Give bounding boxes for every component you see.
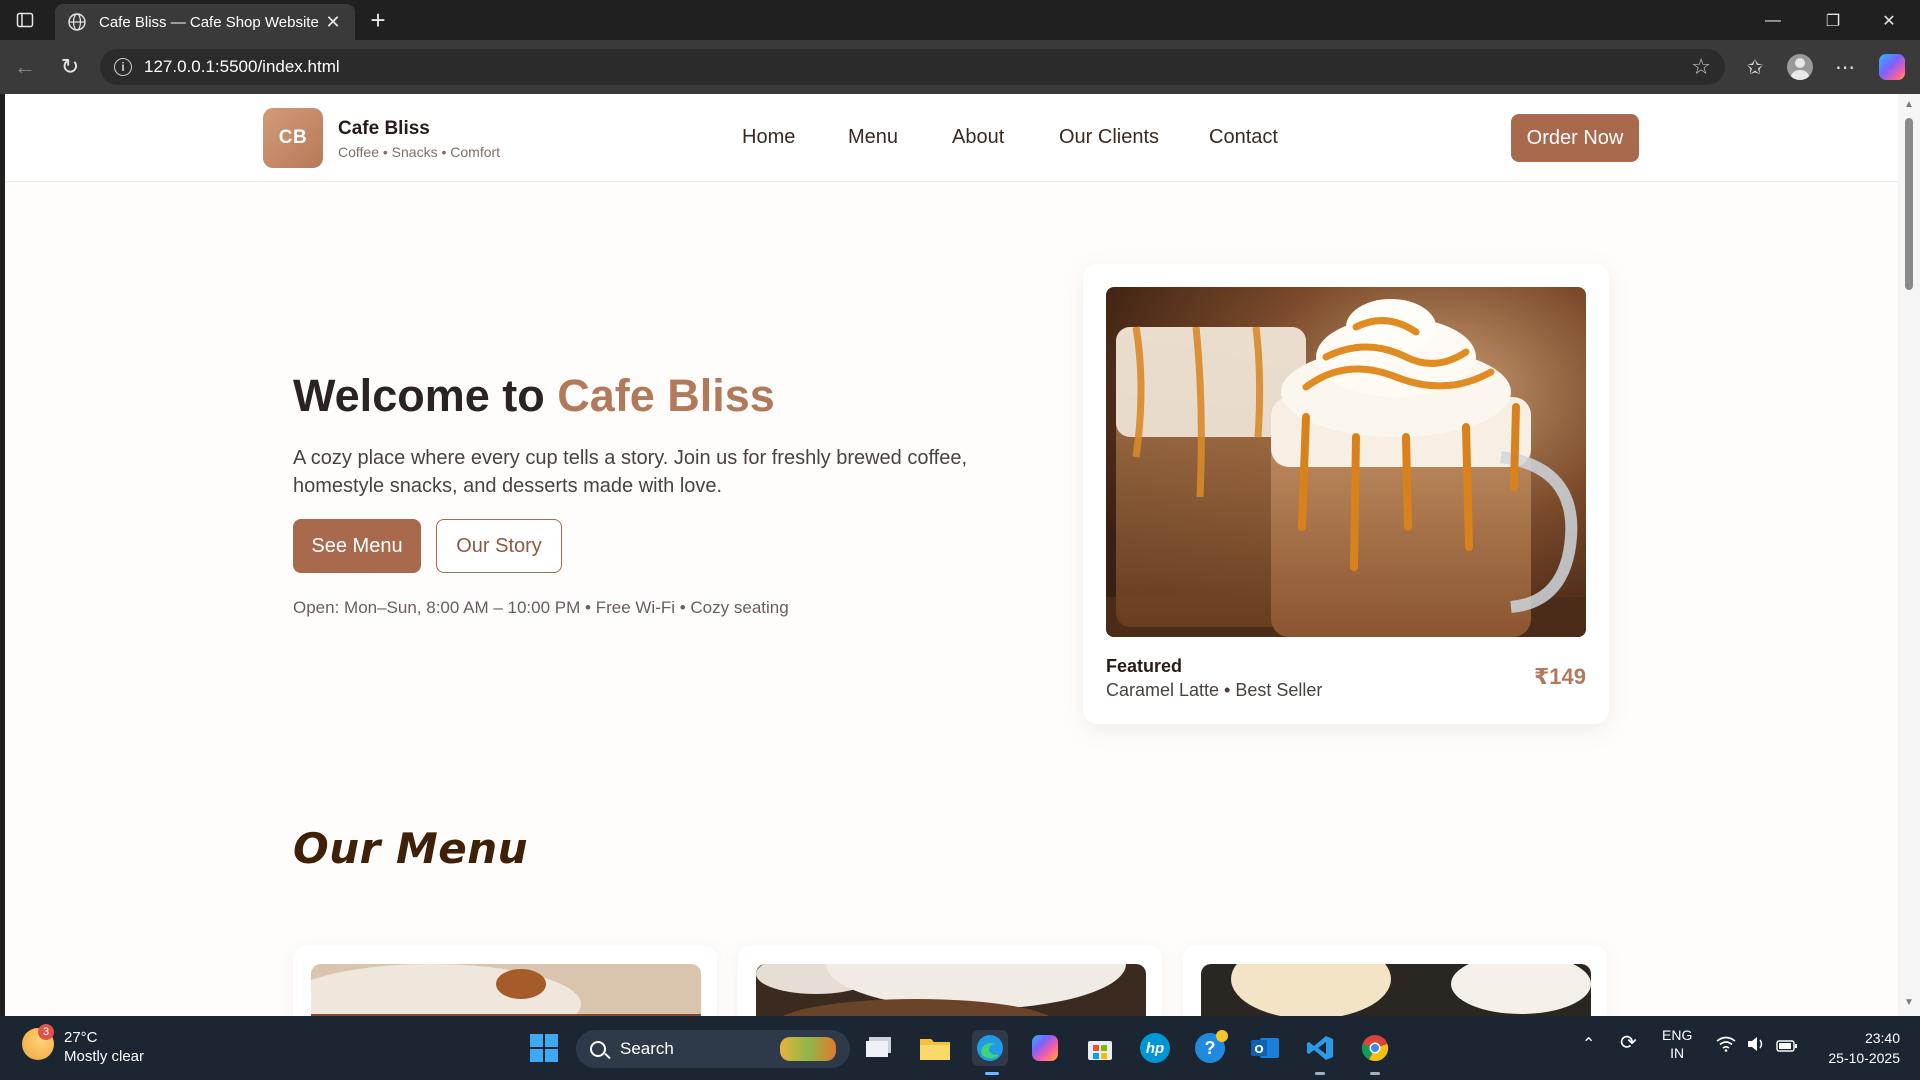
page-viewport: CB Cafe Bliss Coffee • Snacks • Comfort …	[5, 94, 1898, 1016]
scrollbar-thumb[interactable]	[1905, 118, 1913, 290]
address-bar[interactable]: i 127.0.0.1:5500/index.html ☆	[100, 49, 1725, 85]
battery-icon[interactable]	[1776, 1038, 1798, 1056]
nav-link-contact[interactable]: Contact	[1209, 126, 1278, 149]
clock-date: 25-10-2025	[1828, 1050, 1900, 1066]
tab-title: Cafe Bliss — Cafe Shop Website	[99, 13, 319, 31]
menu-card[interactable]	[738, 946, 1162, 1016]
edge-browser-icon[interactable]	[972, 1030, 1008, 1066]
more-options-icon[interactable]: ⋯	[1830, 52, 1860, 82]
hero-title: Welcome to Cafe Bliss	[293, 370, 775, 422]
page-scrollbar[interactable]: ▲ ▼	[1898, 94, 1920, 1016]
featured-item-name: Caramel Latte • Best Seller	[1106, 680, 1323, 700]
copilot-logo	[1879, 54, 1905, 80]
brand-name: Cafe Bliss	[338, 118, 430, 139]
hero-description: A cozy place where every cup tells a sto…	[293, 447, 968, 497]
nav-link-about[interactable]: About	[952, 126, 1004, 149]
taskbar-search[interactable]: Search	[576, 1030, 850, 1068]
hero-title-accent: Cafe Bliss	[557, 370, 775, 421]
volume-icon[interactable]	[1746, 1036, 1766, 1056]
site-info-icon[interactable]: i	[114, 58, 132, 76]
browser-tab-bar: Cafe Bliss — Cafe Shop Website ✕ + — ❐ ✕	[0, 0, 1920, 40]
menu-card[interactable]	[1183, 946, 1607, 1016]
outlook-icon[interactable]: O	[1247, 1030, 1283, 1066]
weather-widget[interactable]: 3 27°C Mostly clear	[22, 1024, 145, 1066]
nav-link-home[interactable]: Home	[742, 126, 795, 149]
weather-desc: Mostly clear	[64, 1048, 145, 1065]
vscode-icon[interactable]	[1302, 1030, 1338, 1066]
show-hidden-icons-chevron-icon[interactable]: ⌃	[1582, 1036, 1595, 1054]
featured-card[interactable]: Featured Caramel Latte • Best Seller ₹14…	[1083, 264, 1609, 724]
clock-time: 23:40	[1864, 1030, 1900, 1046]
brand-tagline: Coffee • Snacks • Comfort	[338, 144, 501, 160]
weather-moon-icon: 3	[22, 1024, 54, 1060]
copilot-app-icon[interactable]	[1027, 1030, 1063, 1066]
scroll-down-arrow-icon[interactable]: ▼	[1904, 998, 1914, 1008]
opening-hours: Open: Mon–Sun, 8:00 AM – 10:00 PM • Free…	[293, 598, 789, 617]
search-highlight-icon	[780, 1037, 836, 1061]
help-icon[interactable]: ?	[1192, 1030, 1228, 1066]
wifi-icon[interactable]	[1716, 1036, 1736, 1057]
browser-tab-active[interactable]: Cafe Bliss — Cafe Shop Website ✕	[55, 4, 355, 40]
task-view-icon[interactable]	[862, 1030, 898, 1066]
running-app-indicator	[1370, 1072, 1380, 1075]
hp-icon[interactable]: hp	[1137, 1030, 1173, 1066]
sync-icon[interactable]: ⟳	[1620, 1033, 1637, 1053]
our-story-button[interactable]: Our Story	[436, 519, 562, 573]
scroll-up-arrow-icon[interactable]: ▲	[1904, 100, 1914, 110]
our-menu-heading: Our Menu	[293, 824, 529, 873]
site-header: CB Cafe Bliss Coffee • Snacks • Comfort …	[5, 94, 1898, 182]
tab-actions-icon[interactable]	[10, 8, 40, 32]
menu-item-image	[756, 964, 1146, 1016]
globe-icon	[68, 13, 86, 31]
avatar	[1787, 54, 1813, 80]
reload-icon[interactable]: ↻	[55, 52, 85, 82]
featured-price: ₹149	[1533, 664, 1586, 689]
notification-badge: 3	[38, 1024, 54, 1040]
favorite-star-icon[interactable]: ☆	[1691, 54, 1711, 80]
minimize-button[interactable]: —	[1750, 6, 1796, 36]
browser-toolbar: ← ↻ i 127.0.0.1:5500/index.html ☆ ✩ ⋯	[0, 40, 1920, 94]
caramel-latte-image	[1106, 287, 1586, 637]
search-icon	[590, 1041, 606, 1057]
hero-title-prefix: Welcome to	[293, 370, 558, 421]
nav-link-menu[interactable]: Menu	[848, 126, 898, 149]
profile-button[interactable]	[1785, 52, 1815, 82]
copilot-icon[interactable]	[1877, 52, 1907, 82]
active-app-indicator	[985, 1072, 999, 1075]
menu-item-image	[1201, 964, 1591, 1016]
language-code: ENG	[1662, 1027, 1693, 1043]
close-window-button[interactable]: ✕	[1866, 6, 1912, 36]
start-button[interactable]	[526, 1030, 562, 1066]
search-label: Search	[620, 1039, 674, 1058]
svg-text:O: O	[1254, 1043, 1263, 1056]
language-indicator[interactable]: ENG IN	[1662, 1026, 1692, 1062]
microsoft-store-icon[interactable]	[1082, 1030, 1118, 1066]
menu-item-image	[311, 964, 701, 1016]
featured-label: Featured	[1106, 656, 1183, 676]
restore-button[interactable]: ❐	[1810, 6, 1856, 36]
chrome-icon[interactable]	[1357, 1030, 1393, 1066]
favorites-icon[interactable]: ✩	[1740, 52, 1770, 82]
new-tab-button[interactable]: +	[365, 7, 391, 34]
order-now-button[interactable]: Order Now	[1511, 114, 1639, 162]
url-text: 127.0.0.1:5500/index.html	[144, 57, 340, 76]
see-menu-button[interactable]: See Menu	[293, 519, 421, 573]
windows-taskbar: 3 27°C Mostly clear Search hp ? O ⌃ ⟳ EN…	[0, 1016, 1920, 1080]
region-code: IN	[1670, 1045, 1685, 1061]
system-clock[interactable]: 23:40 25-10-2025	[1810, 1028, 1900, 1068]
nav-link-our-clients[interactable]: Our Clients	[1059, 126, 1159, 149]
weather-temp: 27°C	[64, 1029, 98, 1046]
tab-close-icon[interactable]: ✕	[323, 12, 343, 32]
menu-card[interactable]	[293, 946, 717, 1016]
file-explorer-icon[interactable]	[917, 1030, 953, 1066]
back-arrow-icon[interactable]: ←	[10, 52, 40, 82]
running-app-indicator	[1315, 1072, 1325, 1075]
logo-badge[interactable]: CB	[263, 108, 323, 168]
